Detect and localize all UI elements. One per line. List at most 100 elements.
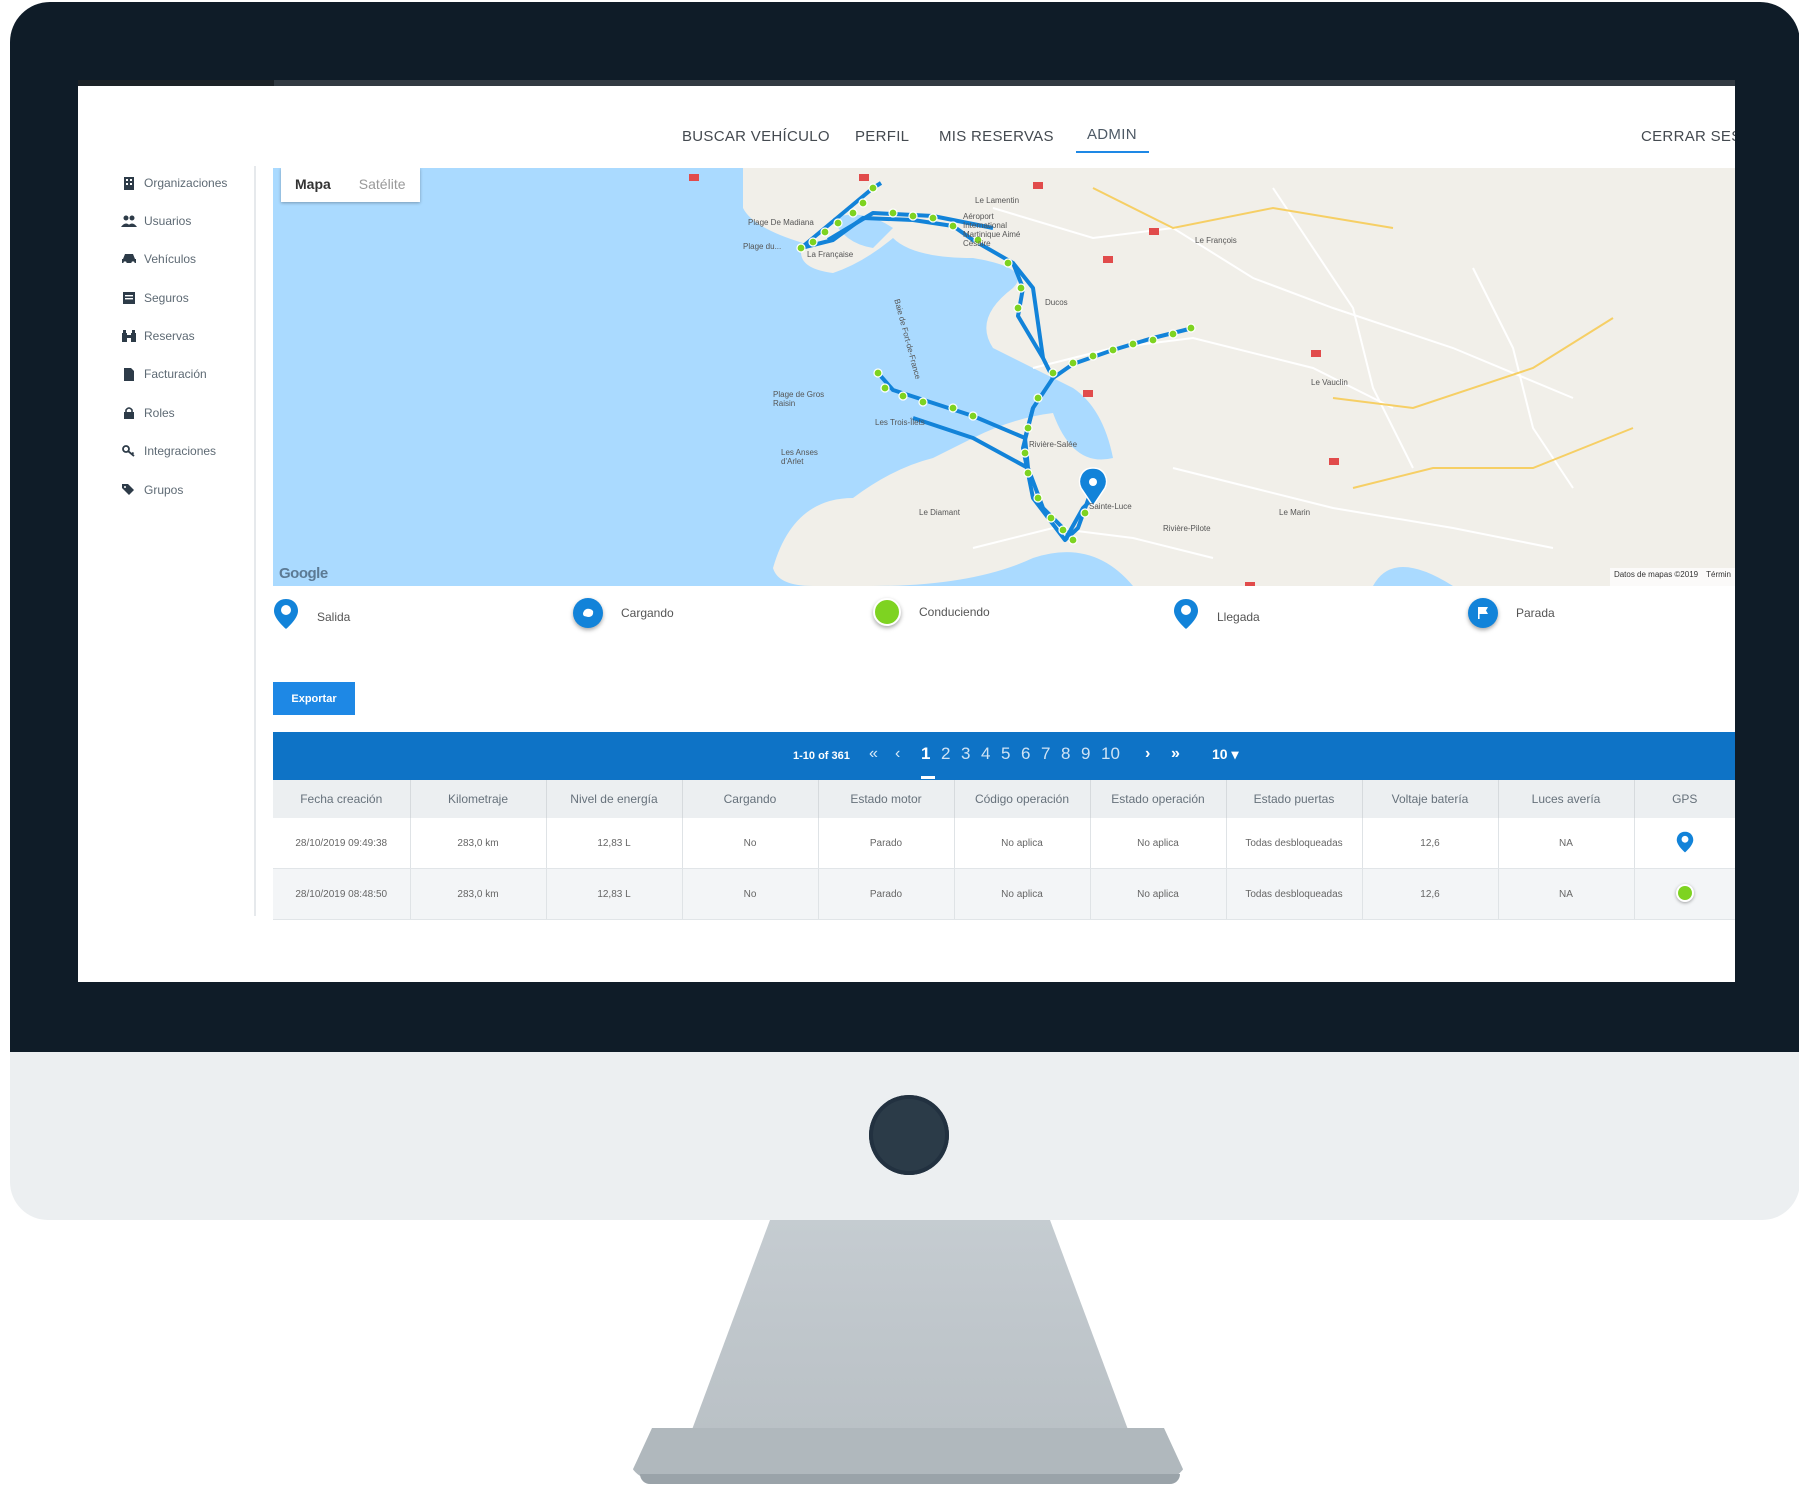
- sidebar-item-facturacion[interactable]: Facturación: [120, 363, 207, 385]
- page-6-button[interactable]: 6: [1021, 744, 1030, 764]
- nav-admin[interactable]: ADMIN: [1076, 126, 1149, 153]
- page-5-button[interactable]: 5: [1001, 744, 1010, 764]
- legend-llegada: Llegada: [1173, 598, 1260, 635]
- telemetry-table: Fecha creación Kilometraje Nivel de ener…: [273, 780, 1735, 920]
- page-size-select[interactable]: 10 ▾: [1212, 746, 1239, 763]
- map-place-label: Le Diamant: [919, 508, 960, 517]
- page-1-button[interactable]: 1: [921, 744, 930, 764]
- table-pagination-bar: 1-10 of 361 « ‹ 1 2 3 4 5 6 7 8 9 10 › »…: [273, 732, 1735, 780]
- column-header[interactable]: Luces avería: [1498, 780, 1635, 818]
- column-header[interactable]: GPS: [1634, 780, 1735, 818]
- column-header[interactable]: Estado operación: [1090, 780, 1227, 818]
- sidebar-item-label: Integraciones: [144, 444, 217, 458]
- driving-dot-icon: [873, 598, 901, 626]
- table-row[interactable]: 28/10/2019 09:49:38 283,0 km 12,83 L No …: [273, 818, 1735, 869]
- table-header-row: Fecha creación Kilometraje Nivel de ener…: [273, 780, 1735, 818]
- map-place-label: Plage de Gros Raisin: [773, 390, 825, 408]
- legend-parada: Parada: [1468, 598, 1555, 628]
- logout-button[interactable]: CERRAR SESI: [1641, 128, 1735, 145]
- table-cell: NA: [1498, 818, 1635, 869]
- sidebar-item-grupos[interactable]: Grupos: [120, 479, 183, 501]
- table-cell: No aplica: [1090, 868, 1227, 920]
- lock-icon: [120, 405, 138, 421]
- route-map[interactable]: Le Lamentin Plage De Madiana Plage du...…: [273, 168, 1735, 586]
- table-row[interactable]: 28/10/2019 08:48:50 283,0 km 12,83 L No …: [273, 868, 1735, 920]
- nav-buscar-vehiculo[interactable]: BUSCAR VEHÍCULO: [682, 128, 830, 145]
- page-7-button[interactable]: 7: [1041, 744, 1050, 764]
- column-header[interactable]: Fecha creación: [273, 780, 411, 818]
- driving-dot-icon[interactable]: [1675, 883, 1694, 902]
- pin-icon[interactable]: [1676, 831, 1694, 856]
- first-page-button[interactable]: «: [869, 745, 878, 763]
- sidebar-item-usuarios[interactable]: Usuarios: [120, 210, 191, 232]
- current-page-indicator: [921, 776, 935, 779]
- next-page-button[interactable]: ›: [1145, 745, 1150, 763]
- table-cell: 12,83 L: [546, 818, 683, 869]
- export-button[interactable]: Exportar: [273, 682, 355, 715]
- table-cell: No aplica: [954, 818, 1091, 869]
- table-cell: 283,0 km: [410, 818, 547, 869]
- column-header[interactable]: Código operación: [954, 780, 1091, 818]
- key-icon: [120, 443, 138, 459]
- sidebar-item-organizaciones[interactable]: Organizaciones: [120, 172, 227, 194]
- table-cell: NA: [1498, 868, 1635, 920]
- sidebar-item-seguros[interactable]: Seguros: [120, 287, 189, 309]
- map-place-label: Rivière-Pilote: [1163, 524, 1211, 533]
- car-icon: [120, 251, 138, 267]
- monitor-stand-shadow: [640, 1474, 1180, 1484]
- sidebar-item-label: Facturación: [144, 367, 207, 381]
- monitor-stand-base: [628, 1428, 1188, 1480]
- map-place-label: Ducos: [1045, 298, 1068, 307]
- top-navigation: BUSCAR VEHÍCULO PERFIL MIS RESERVAS ADMI…: [78, 86, 1735, 164]
- map-tab-mapa[interactable]: Mapa: [281, 168, 345, 202]
- map-terms-link[interactable]: Términ: [1706, 570, 1731, 584]
- page-10-button[interactable]: 10: [1101, 744, 1120, 764]
- nav-mis-reservas[interactable]: MIS RESERVAS: [939, 128, 1054, 145]
- file-icon: [120, 366, 138, 382]
- pin-icon: [273, 598, 299, 635]
- map-tab-satelite[interactable]: Satélite: [345, 168, 420, 202]
- prev-page-button[interactable]: ‹: [895, 745, 900, 763]
- legend-label: Cargando: [621, 606, 674, 620]
- column-header[interactable]: Voltaje batería: [1362, 780, 1499, 818]
- legend-salida: Salida: [273, 598, 350, 635]
- column-header[interactable]: Estado puertas: [1226, 780, 1363, 818]
- last-page-button[interactable]: »: [1171, 745, 1180, 763]
- map-place-label: Rivière-Salée: [1029, 440, 1078, 449]
- sidebar-item-label: Vehículos: [144, 252, 197, 266]
- nav-perfil[interactable]: PERFIL: [855, 128, 909, 145]
- table-cell: 28/10/2019 09:49:38: [273, 818, 411, 869]
- table-cell: No aplica: [1090, 818, 1227, 869]
- table-cell: No aplica: [954, 868, 1091, 920]
- sidebar-item-reservas[interactable]: Reservas: [120, 325, 195, 347]
- page-9-button[interactable]: 9: [1081, 744, 1090, 764]
- legend-label: Conduciendo: [919, 605, 990, 619]
- column-header[interactable]: Kilometraje: [410, 780, 547, 818]
- sidebar-item-label: Usuarios: [144, 214, 192, 228]
- map-type-tabs: Mapa Satélite: [281, 168, 420, 202]
- map-legend: Salida Cargando Conduciendo Llegada Para…: [273, 598, 1735, 648]
- legend-label: Parada: [1516, 606, 1555, 620]
- legend-conduciendo: Conduciendo: [873, 598, 990, 626]
- page-2-button[interactable]: 2: [941, 744, 950, 764]
- table-cell: No: [682, 868, 819, 920]
- table-cell: 12,83 L: [546, 868, 683, 920]
- map-place-label: Le Marin: [1279, 508, 1311, 517]
- table-cell: 12,6: [1362, 818, 1499, 869]
- column-header[interactable]: Estado motor: [818, 780, 955, 818]
- tags-icon: [120, 482, 138, 498]
- column-header[interactable]: Cargando: [682, 780, 819, 818]
- sidebar-item-roles[interactable]: Roles: [120, 402, 175, 424]
- gps-cell: [1634, 818, 1735, 869]
- map-place-label: Les Trois-Îlets: [875, 418, 925, 427]
- page-3-button[interactable]: 3: [961, 744, 970, 764]
- page-4-button[interactable]: 4: [981, 744, 990, 764]
- table-cell: Todas desbloqueadas: [1226, 868, 1363, 920]
- sidebar-item-integraciones[interactable]: Integraciones: [120, 440, 216, 462]
- page-8-button[interactable]: 8: [1061, 744, 1070, 764]
- sidebar-item-vehiculos[interactable]: Vehículos: [120, 248, 196, 270]
- table-cell: No: [682, 818, 819, 869]
- table-cell: Parado: [818, 868, 955, 920]
- map-attribution: Datos de mapas ©2019 Términ: [1609, 568, 1735, 586]
- column-header[interactable]: Nivel de energía: [546, 780, 683, 818]
